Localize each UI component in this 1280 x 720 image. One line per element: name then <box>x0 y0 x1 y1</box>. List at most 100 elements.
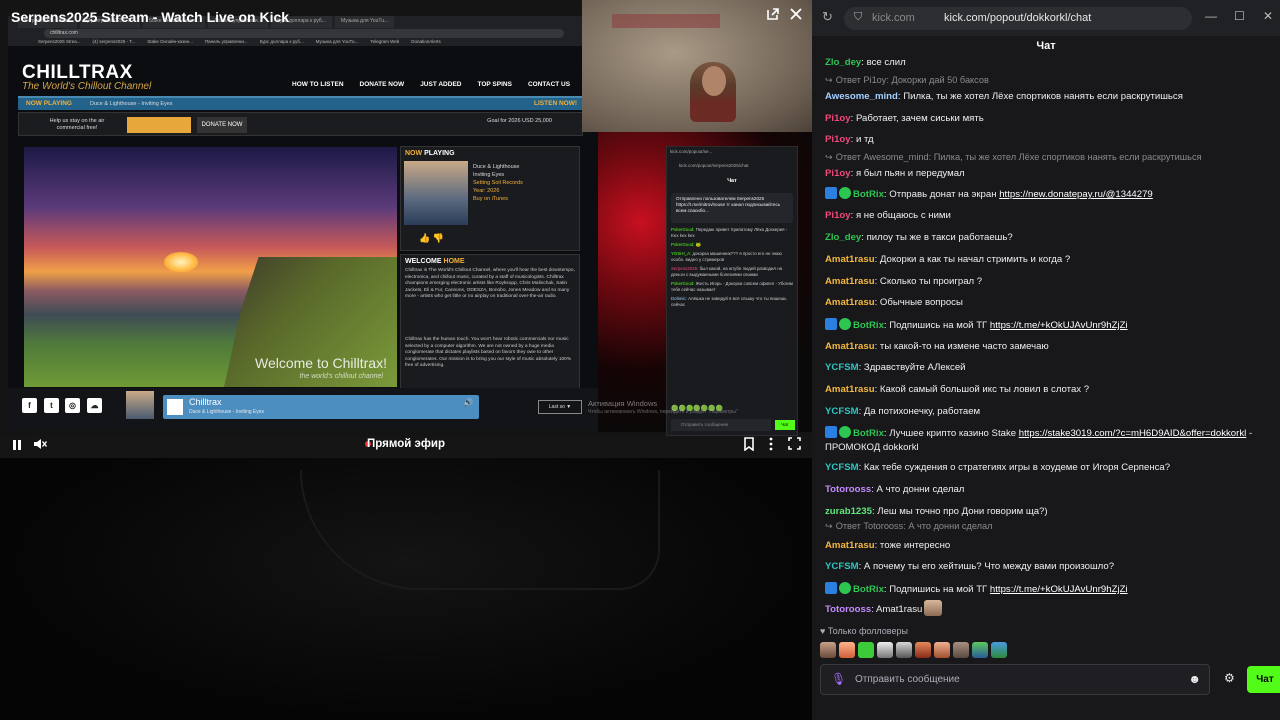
close-icon[interactable] <box>789 7 803 26</box>
mini-chat-message: PokerGood: 🐸 <box>671 242 702 247</box>
chat-message[interactable]: Zlo_dey: все слил <box>825 56 1273 70</box>
chat-username[interactable]: Amat1rasu <box>825 254 875 265</box>
chat-username[interactable]: Amat1rasu <box>825 540 875 551</box>
reply-icon: ↪ <box>825 75 833 85</box>
chat-username[interactable]: Amat1rasu <box>825 276 875 287</box>
emote-icon[interactable] <box>877 642 893 658</box>
chat-message[interactable]: BotRix: Подпишись на мой ТГ https://t.me… <box>825 318 1273 333</box>
chat-username[interactable]: BotRix <box>853 584 884 595</box>
emote-icon[interactable] <box>953 642 969 658</box>
reload-icon[interactable]: ↻ <box>822 9 833 25</box>
window-close-icon[interactable]: ✕ <box>1263 9 1273 23</box>
chat-link[interactable]: https://stake3019.com/?c=mH6D9AID&offer=… <box>1019 428 1247 439</box>
chat-username[interactable]: YCFSM <box>825 462 859 473</box>
chat-messages[interactable]: Zlo_dey: все слил ↪ Ответ Pi1oy: Докорки д… <box>812 56 1280 624</box>
chat-username[interactable]: Amat1rasu <box>825 384 875 395</box>
emote-icon[interactable] <box>820 642 836 658</box>
chat-message[interactable]: Amat1rasu: Сколько ты проиграл ? <box>825 275 1273 289</box>
chat-username[interactable]: BotRix <box>853 189 884 200</box>
stream-browser-url: chilltrax.com <box>44 29 564 38</box>
chat-username[interactable]: Totorooss <box>825 484 871 495</box>
chat-message[interactable]: Pi1oy: Работает, зачем сиськи мять <box>825 112 1273 126</box>
emote-bar[interactable] <box>820 642 1007 658</box>
chat-message[interactable]: Amat1rasu: ты какой-то на измене часто з… <box>825 340 1273 354</box>
chat-username[interactable]: Pi1oy <box>825 168 851 179</box>
emoji-icon[interactable]: ☻ <box>1188 672 1201 686</box>
chat-text: : Отправь донат на экран <box>883 189 1000 200</box>
chat-link[interactable]: https://t.me/+kOkUJAvUnr9hZjZi <box>990 320 1128 331</box>
more-options-icon[interactable] <box>768 437 774 456</box>
chat-message[interactable]: YCFSM: А почему ты его хейтишь? Что межд… <box>825 560 1273 574</box>
reply-preview: ↪ Ответ Awesome_mind: Пилка, ты же хотел … <box>825 152 1202 162</box>
nav-item: JUST ADDED <box>420 81 462 88</box>
chat-username[interactable]: BotRix <box>853 428 884 439</box>
mute-button[interactable] <box>33 437 48 456</box>
chat-message[interactable]: Pi1oy: я был пьян и передумал <box>825 167 1273 181</box>
emote-icon[interactable] <box>991 642 1007 658</box>
pause-button[interactable] <box>11 438 23 456</box>
player-track: Duce & Lighthouse - Inviting Eyes <box>189 409 265 415</box>
mini-chat-send: Чат <box>775 420 795 430</box>
emote-icon[interactable] <box>896 642 912 658</box>
chat-message[interactable]: zurab1235: Леш мы точно про Дони говорим… <box>825 505 1273 519</box>
chat-message[interactable]: Amat1rasu: Докорки а как ты начал стрими… <box>825 253 1273 267</box>
chat-username[interactable]: YCFSM <box>825 406 859 417</box>
chat-message[interactable]: Amat1rasu: тоже интересно <box>825 539 1273 553</box>
chat-username[interactable]: Pi1oy <box>825 210 851 221</box>
chat-username[interactable]: Awesome_mind <box>825 91 898 102</box>
chat-message[interactable]: Amat1rasu: Какой самый большой икс ты ло… <box>825 383 1273 397</box>
chat-message[interactable]: Totorooss: Amat1rasu <box>825 600 1273 617</box>
chat-username[interactable]: BotRix <box>853 320 884 331</box>
chat-username[interactable]: Amat1rasu <box>825 297 875 308</box>
chat-username[interactable]: Amat1rasu <box>825 341 875 352</box>
chat-link[interactable]: https://new.donatepay.ru/@1344279 <box>999 189 1153 200</box>
chat-link[interactable]: https://t.me/+kOkUJAvUnr9hZjZi <box>990 584 1128 595</box>
chat-username[interactable]: YCFSM <box>825 362 859 373</box>
chat-message[interactable]: Pi1oy: и тд <box>825 133 1273 147</box>
chat-message[interactable]: Awesome_mind: Пилка, ты же хотел Лёхе сп… <box>825 90 1273 104</box>
minimize-icon[interactable]: — <box>1205 9 1217 23</box>
chat-text: : я был пьян и передумал <box>850 168 965 179</box>
emote-icon[interactable] <box>858 642 874 658</box>
maximize-icon[interactable]: ☐ <box>1234 9 1245 23</box>
emote-icon[interactable] <box>839 642 855 658</box>
nav-item: TOP SPINS <box>477 81 512 88</box>
address-bar[interactable]: ⛉ kick.com kick.com/popout/dokkorkl/chat <box>844 7 1192 30</box>
chat-username[interactable]: YCFSM <box>825 561 859 572</box>
fullscreen-icon[interactable] <box>788 437 801 455</box>
microphone-icon[interactable]: 🎙 <box>831 672 846 686</box>
chat-message[interactable]: YCFSM: Да потихонечку, работаем <box>825 405 1273 419</box>
chat-message[interactable]: BotRix: Отправь донат на экран https://n… <box>825 187 1273 202</box>
chat-message[interactable]: Totorooss: А что донни сделал <box>825 483 1273 497</box>
site-info-icon[interactable]: ⛉ <box>854 11 862 24</box>
chat-send-button[interactable]: Чат <box>1247 666 1280 693</box>
mini-chat-url: kick.com/popout/serpens2025/chat <box>679 163 749 168</box>
emote-icon[interactable] <box>972 642 988 658</box>
chat-username[interactable]: Pi1oy <box>825 134 851 145</box>
chat-message[interactable]: YCFSM: Как тебе суждения о стратегиях иг… <box>825 461 1273 475</box>
chat-username[interactable]: Zlo_dey <box>825 57 861 68</box>
stream-player[interactable]: Serpens2025 Strea... (4) serpens2025 - T.… <box>0 0 812 458</box>
clip-icon[interactable] <box>743 437 755 456</box>
chat-username[interactable]: Pi1oy <box>825 113 851 124</box>
chat-message[interactable]: YCFSM: Здравствуйте АЛексей <box>825 361 1273 375</box>
mini-chat-title: Чат <box>727 178 737 184</box>
emote-icon[interactable] <box>915 642 931 658</box>
chat-message[interactable]: Zlo_dey: пилоу ты же в такси работаешь? <box>825 231 1273 245</box>
windows-activation-title: Активация Windows <box>588 399 658 408</box>
chat-message[interactable]: BotRix: Подпишись на мой ТГ https://t.me… <box>825 582 1273 597</box>
player-station: Chilltrax <box>189 397 222 407</box>
nav-item: DONATE NOW <box>359 81 405 88</box>
chat-username[interactable]: zurab1235 <box>825 506 872 517</box>
popout-icon[interactable] <box>766 7 780 26</box>
chat-message[interactable]: Amat1rasu: Обычные вопросы <box>825 296 1273 310</box>
chat-message[interactable]: BotRix: Лучшее крипто казино Stake https… <box>825 426 1273 455</box>
chat-input[interactable]: 🎙 Отправить сообщение ☻ <box>820 664 1210 695</box>
video-area[interactable]: Serpens2025 Strea... (4) serpens2025 - T.… <box>0 0 812 720</box>
settings-icon[interactable]: ⚙ <box>1224 671 1235 685</box>
chat-username[interactable]: Zlo_dey <box>825 232 861 243</box>
chat-text: : тоже интересно <box>874 540 951 551</box>
chat-username[interactable]: Totorooss <box>825 604 871 615</box>
emote-icon[interactable] <box>934 642 950 658</box>
chat-message[interactable]: Pi1oy: я не общаюсь с ними <box>825 209 1273 223</box>
